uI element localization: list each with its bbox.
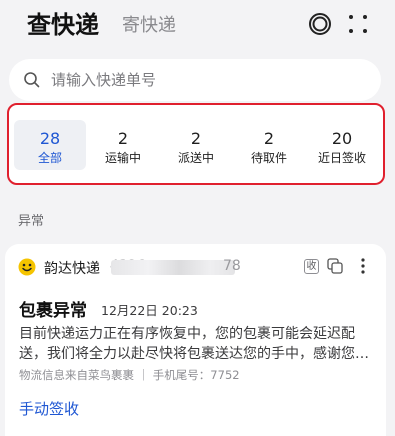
filter-count: 2 bbox=[190, 129, 202, 148]
sign-badge: 收 bbox=[304, 259, 319, 274]
status-description: 目前快递运力正在有序恢复中，您的包裹可能会延迟配送，我们将全力以赴尽快将包裹送达… bbox=[19, 326, 369, 362]
filter-label: 运输中 bbox=[104, 151, 141, 165]
filter-label: 待取件 bbox=[250, 151, 287, 165]
filter-in-transit[interactable]: 2 运输中 bbox=[87, 120, 159, 170]
search-bar[interactable] bbox=[9, 59, 381, 101]
search-input[interactable] bbox=[51, 59, 351, 101]
filter-count: 28 bbox=[39, 129, 61, 148]
info-source: 物流信息来自菜鸟裹裹 ｜ 手机尾号：7752 bbox=[19, 368, 240, 382]
tab-send-express[interactable]: 寄快递 bbox=[122, 11, 176, 37]
package-card[interactable]: 韵达快递 4326 78 收 包裹异常 12月22日 20:23 目前快递运力正… bbox=[5, 244, 386, 436]
app-header: 查快递 寄快递 bbox=[0, 0, 395, 48]
ring-icon[interactable] bbox=[308, 12, 332, 36]
filter-out-for-delivery[interactable]: 2 派送中 bbox=[160, 120, 232, 170]
filter-label: 近日签收 bbox=[317, 151, 366, 165]
filter-label: 全部 bbox=[37, 151, 62, 165]
section-label-exception: 异常 bbox=[18, 214, 45, 229]
search-icon bbox=[24, 72, 40, 88]
dots-grid-icon[interactable] bbox=[347, 14, 369, 34]
filter-recently-signed[interactable]: 20 近日签收 bbox=[306, 120, 378, 170]
filter-all[interactable]: 28 全部 bbox=[14, 120, 86, 170]
filter-count: 20 bbox=[331, 129, 353, 148]
tracking-number-mask bbox=[111, 260, 235, 275]
tab-check-express[interactable]: 查快递 bbox=[27, 5, 99, 40]
filter-count: 2 bbox=[117, 129, 129, 148]
status-time: 12月22日 20:23 bbox=[101, 303, 198, 318]
tracking-number-tail: 78 bbox=[223, 258, 241, 274]
courier-name: 韵达快递 bbox=[44, 261, 100, 277]
more-vertical-icon[interactable] bbox=[360, 257, 366, 275]
manual-sign-button[interactable]: 手动签收 bbox=[19, 398, 79, 419]
filter-awaiting-pickup[interactable]: 2 待取件 bbox=[233, 120, 305, 170]
filter-label: 派送中 bbox=[177, 151, 214, 165]
copy-icon[interactable] bbox=[327, 258, 343, 274]
filter-count: 2 bbox=[263, 129, 275, 148]
status-filter-panel: 28 全部 2 运输中 2 派送中 2 待取件 20 近日签收 bbox=[7, 103, 385, 185]
smiley-logo-icon bbox=[18, 258, 36, 276]
status-title: 包裹异常 bbox=[19, 301, 87, 321]
